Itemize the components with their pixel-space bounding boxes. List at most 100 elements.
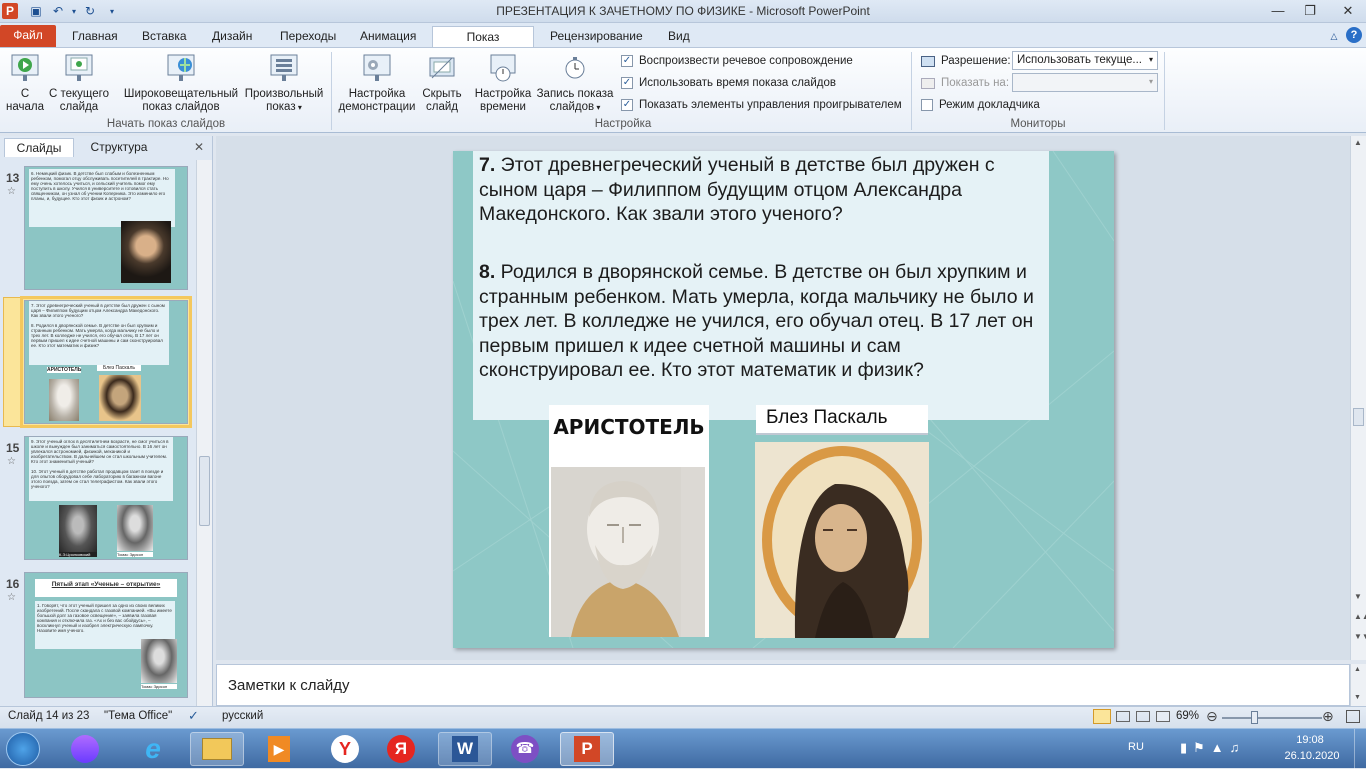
broadcast-button[interactable]: Широковещательный показ слайдов xyxy=(120,50,242,114)
normal-view-icon[interactable] xyxy=(1093,709,1111,724)
hide-slide-label-2: слайд xyxy=(426,101,458,113)
zoom-in-icon[interactable]: ⊕ xyxy=(1322,708,1334,725)
slide-canvas[interactable]: 7. Этот древнегреческий ученый в детстве… xyxy=(453,151,1114,648)
custom-show-button[interactable]: Произвольный показ ▾ xyxy=(242,50,326,114)
fit-to-window-icon[interactable] xyxy=(1346,710,1360,723)
tab-animation[interactable]: Анимация xyxy=(350,26,426,47)
tab-file[interactable]: Файл xyxy=(0,25,56,47)
tab-transitions[interactable]: Переходы xyxy=(270,26,346,47)
minimize-ribbon-icon[interactable]: △ xyxy=(1326,28,1342,44)
media-player-icon[interactable]: ▶ xyxy=(252,732,306,766)
restore-button[interactable]: ❐ xyxy=(1296,0,1324,22)
tab-insert[interactable]: Вставка xyxy=(132,26,197,47)
tab-review[interactable]: Рецензирование xyxy=(540,26,653,47)
from-start-button[interactable]: С начала xyxy=(6,50,44,114)
show-desktop-button[interactable] xyxy=(1354,729,1366,769)
notes-pane[interactable]: Заметки к слайду xyxy=(216,664,1350,706)
main-scrollbar[interactable]: ▲ ▼ ▲▲ ▼▼ xyxy=(1350,136,1366,660)
start-button[interactable] xyxy=(0,732,46,766)
animation-star-icon: ☆ xyxy=(7,592,16,603)
pascal-portrait-image[interactable] xyxy=(755,442,929,638)
yandex-browser-icon[interactable]: Y xyxy=(318,732,372,766)
checkbox-checked-icon[interactable]: ✓ xyxy=(621,99,633,111)
zoom-out-icon[interactable]: ⊖ xyxy=(1206,708,1218,725)
tab-home[interactable]: Главная xyxy=(62,26,128,47)
question-8: 8. Родился в дворянской семье. В детстве… xyxy=(479,261,1034,381)
checkbox-show-media-controls[interactable]: ✓ Показать элементы управления проигрыват… xyxy=(621,99,902,111)
from-start-label-1: С xyxy=(20,88,30,100)
clock-time[interactable]: 19:08 xyxy=(1282,734,1338,746)
tab-slideshow[interactable]: Показ слайдов xyxy=(432,26,534,64)
tab-outline[interactable]: Структура xyxy=(76,138,162,157)
from-current-button[interactable]: С текущего слайда xyxy=(48,50,110,114)
scroll-thumb[interactable] xyxy=(199,456,210,526)
zoom-level[interactable]: 69% xyxy=(1176,710,1199,722)
setup-show-button[interactable]: Настройка демонстрации xyxy=(336,50,418,114)
broadcast-icon xyxy=(165,52,197,84)
rehearse-label-2: времени xyxy=(480,101,526,113)
hide-slide-button[interactable]: Скрыть слайд xyxy=(420,50,464,114)
spellcheck-icon[interactable]: ✓ xyxy=(188,708,199,724)
word-icon[interactable]: W xyxy=(438,732,492,766)
record-label-2: слайдов xyxy=(549,101,595,113)
setup-show-label-1: Настройка xyxy=(348,88,406,100)
checkbox-presenter-view[interactable]: Режим докладчика xyxy=(921,99,1040,111)
help-icon[interactable]: ? xyxy=(1346,27,1362,43)
viber-icon[interactable]: ☎ xyxy=(498,732,552,766)
checkbox-label: Показать элементы управления проигрывате… xyxy=(639,99,902,111)
animation-star-icon: ☆ xyxy=(7,456,16,467)
close-pane-icon[interactable]: ✕ xyxy=(194,140,204,154)
tab-design[interactable]: Дизайн xyxy=(202,26,262,47)
zoom-slider-thumb[interactable] xyxy=(1251,711,1259,724)
slideshow-view-icon[interactable] xyxy=(1156,711,1170,722)
scroll-down-icon[interactable]: ▼ xyxy=(1354,592,1362,601)
pane-scrollbar[interactable] xyxy=(196,160,212,706)
record-show-button[interactable]: Запись показа слайдов ▾ xyxy=(534,50,616,114)
previous-slide-icon[interactable]: ▲▲ xyxy=(1354,612,1366,621)
tab-slides[interactable]: Слайды xyxy=(4,138,74,157)
dropdown-arrow-icon: ▾ xyxy=(594,103,601,112)
question-textbox[interactable]: 7. Этот древнегреческий ученый в детстве… xyxy=(473,151,1049,420)
input-language[interactable]: RU xyxy=(1128,741,1144,753)
thumb-title: Пятый этап «Ученые – открытие» xyxy=(35,579,177,597)
tab-view[interactable]: Вид xyxy=(658,26,700,47)
checkbox-use-timings[interactable]: ✓ Использовать время показа слайдов xyxy=(621,77,836,89)
powerpoint-taskbar-icon[interactable]: P xyxy=(560,732,614,766)
thumb-caption: Томас Эдисон xyxy=(117,552,153,557)
slides-pane: Слайды Структура ✕ 13 ☆ 6. Немецкий физи… xyxy=(0,136,213,706)
slide-sorter-icon[interactable] xyxy=(1116,711,1130,722)
from-current-label-2: слайда xyxy=(59,101,99,113)
minimize-button[interactable]: — xyxy=(1264,0,1292,22)
scroll-thumb[interactable] xyxy=(1353,408,1364,426)
notes-scrollbar[interactable]: ▲ ▼ xyxy=(1350,664,1366,706)
internet-explorer-icon[interactable]: e xyxy=(126,732,180,766)
zoom-slider[interactable] xyxy=(1222,711,1322,724)
slide-thumbnail-15[interactable]: 9. Этот ученый оглох в десятилетнем возр… xyxy=(24,436,188,560)
reading-view-icon[interactable] xyxy=(1136,711,1150,722)
theme-name[interactable]: "Тема Office" xyxy=(104,710,172,722)
scroll-up-icon[interactable]: ▲ xyxy=(1354,138,1362,147)
checkbox-unchecked-icon[interactable] xyxy=(921,99,933,111)
slide-thumbnail-13[interactable]: 6. Немецкий физик. В детстве был слабым … xyxy=(24,166,188,290)
alice-icon[interactable] xyxy=(58,732,112,766)
checkbox-play-narrations[interactable]: ✓ Воспроизвести речевое сопровождение xyxy=(621,55,853,67)
aristotle-picture-frame[interactable]: АРИСТОТЕЛЬ xyxy=(549,405,709,637)
tray-icons[interactable]: ▮⚑▲♫ xyxy=(1180,740,1245,756)
checkbox-checked-icon[interactable]: ✓ xyxy=(621,55,633,67)
next-slide-icon[interactable]: ▼▼ xyxy=(1354,632,1366,641)
slide-thumbnail-14[interactable]: 7. Этот древнегреческий ученый в детстве… xyxy=(20,296,192,428)
aristotle-caption: АРИСТОТЕЛЬ xyxy=(553,415,705,439)
slide-thumbnail-16[interactable]: Пятый этап «Ученые – открытие» 1. Говоря… xyxy=(24,572,188,698)
close-button[interactable]: ✕ xyxy=(1330,0,1366,22)
rehearse-timings-button[interactable]: Настройка времени xyxy=(472,50,534,114)
resolution-dropdown[interactable]: Использовать текуще... ▾ xyxy=(1012,51,1158,70)
monitor-icon xyxy=(921,77,935,89)
clock-date[interactable]: 26.10.2020 xyxy=(1282,750,1342,762)
show-on-dropdown[interactable]: ▾ xyxy=(1012,73,1158,92)
checkbox-checked-icon[interactable]: ✓ xyxy=(621,77,633,89)
language-indicator[interactable]: русский xyxy=(222,710,263,722)
file-explorer-icon[interactable] xyxy=(190,732,244,766)
from-start-label-2: начала xyxy=(6,101,44,113)
yandex-icon[interactable]: Я xyxy=(374,732,428,766)
chevron-down-icon: ▾ xyxy=(1148,55,1153,64)
